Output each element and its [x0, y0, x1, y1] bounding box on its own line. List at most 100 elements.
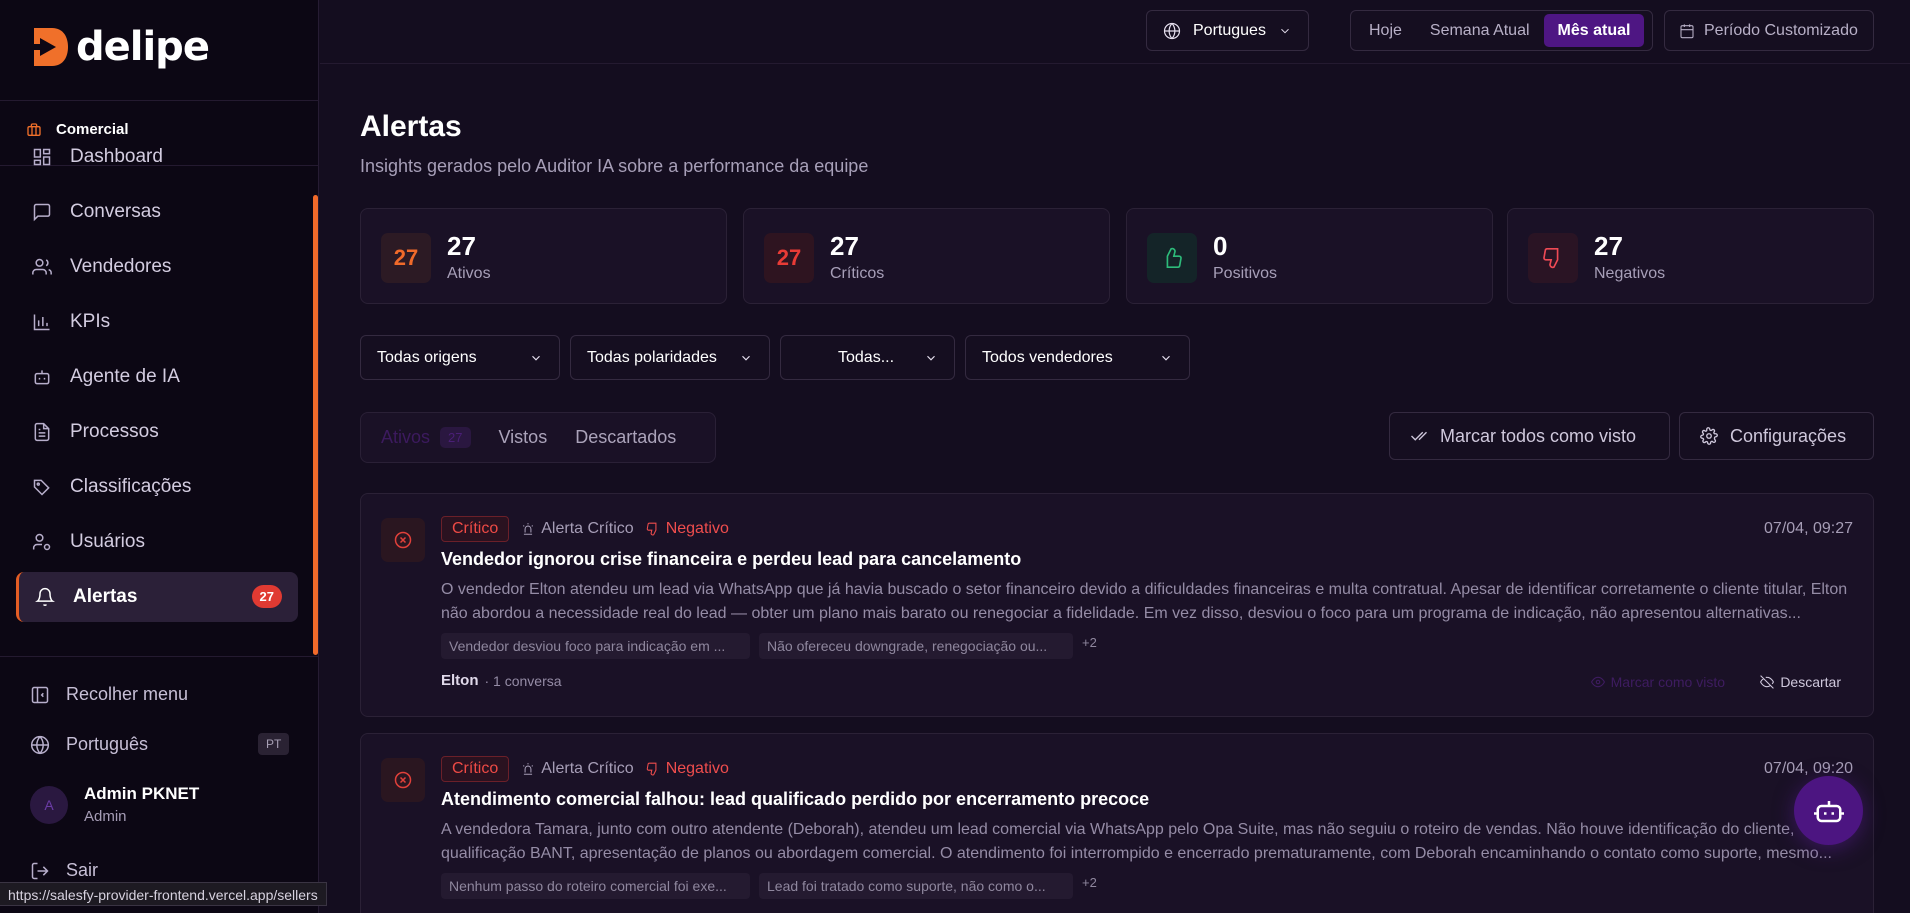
sidebar-item-label: Processos: [70, 421, 159, 442]
seller-filter-select[interactable]: Todos vendedores: [965, 335, 1190, 380]
origin-filter-select[interactable]: Todas origens: [360, 335, 560, 380]
critical-x-icon: [381, 758, 425, 802]
alert-tags: Nenhum passo do roteiro comercial foi ex…: [441, 873, 1097, 899]
mark-seen-label: Marcar como visto: [1610, 674, 1725, 690]
user-profile[interactable]: A Admin PKNET Admin: [30, 784, 199, 825]
mark-seen-button[interactable]: Marcar como visto: [1590, 674, 1725, 690]
alert-tag: Nenhum passo do roteiro comercial foi ex…: [441, 873, 750, 899]
seller-filter-value: Todos vendedores: [982, 348, 1113, 366]
custom-period-button[interactable]: Período Customizado: [1664, 10, 1874, 51]
eye-icon: [1590, 676, 1605, 688]
active-count-icon: 27: [381, 233, 431, 283]
mark-all-seen-label: Marcar todos como visto: [1440, 425, 1637, 446]
collapse-menu-button[interactable]: Recolher menu: [30, 684, 188, 705]
calendar-icon: [1680, 23, 1694, 38]
alert-header: Crítico Alerta Crítico Negativo: [441, 516, 729, 542]
user-name: Admin PKNET: [84, 784, 200, 803]
logout-label: Sair: [66, 860, 99, 880]
settings-button[interactable]: Configurações: [1679, 412, 1874, 460]
ai-assistant-button[interactable]: [1794, 776, 1863, 845]
conversation-count: · 1 conversa: [484, 672, 562, 689]
language-code-badge: PT: [258, 733, 290, 755]
alert-polarity: Negativo: [646, 760, 729, 778]
sidebar-item-label: Classificações: [70, 476, 192, 497]
tab-seen[interactable]: Vistos: [485, 418, 562, 458]
globe-icon: [1163, 22, 1181, 39]
alert-tag: Lead foi tratado como suporte, não como …: [759, 873, 1073, 899]
tags-icon: [33, 479, 50, 496]
status-url-tooltip: https://salesfy-provider-frontend.vercel…: [0, 882, 327, 906]
gear-icon: [1700, 427, 1718, 445]
period-month-button[interactable]: Mês atual: [1543, 14, 1645, 47]
sidebar-item-conversas[interactable]: Conversas: [16, 187, 298, 237]
alert-description: A vendedora Tamara, junto com outro aten…: [441, 821, 1832, 862]
chevron-down-icon: [742, 355, 750, 361]
thumbs-down-icon: [1528, 233, 1578, 283]
more-tags-count[interactable]: +2: [1082, 635, 1097, 650]
language-switch[interactable]: Português: [30, 734, 148, 755]
chevron-down-icon: [1281, 28, 1289, 33]
chevron-down-icon: [927, 355, 935, 361]
sidebar-item-label: Conversas: [70, 201, 161, 222]
language-select[interactable]: Portugues: [1146, 10, 1309, 51]
sidebar-item-kpis[interactable]: KPIs: [16, 297, 298, 347]
siren-icon: [523, 763, 534, 775]
tab-active[interactable]: Ativos 27: [367, 418, 485, 458]
sidebar-item-agente-ia[interactable]: Agente de IA: [16, 352, 298, 402]
logout-button[interactable]: Sair: [30, 860, 98, 881]
sidebar-item-usuarios[interactable]: Usuários: [16, 517, 298, 567]
alert-tag: Não ofereceu downgrade, renegociação ou.…: [759, 633, 1073, 659]
seller-name[interactable]: Elton: [441, 672, 479, 689]
document-icon: [34, 422, 50, 442]
sidebar-item-alertas[interactable]: Alertas 27: [16, 572, 298, 622]
users-icon: [32, 258, 52, 275]
stat-value: 27: [447, 231, 476, 261]
sidebar-scrollbar[interactable]: [313, 195, 318, 655]
tab-label: Ativos: [381, 427, 431, 447]
severity-badge: Crítico: [441, 756, 510, 782]
mark-all-seen-button[interactable]: Marcar todos como visto: [1389, 412, 1670, 460]
logo[interactable]: delipe: [28, 22, 210, 72]
stat-card-positive: 0 Positivos: [1126, 208, 1493, 304]
type-filter-select[interactable]: Todas...: [780, 335, 955, 380]
period-today-button[interactable]: Hoje: [1355, 14, 1416, 47]
sidebar-item-processos[interactable]: Processos: [16, 407, 298, 457]
stat-value: 27: [1594, 231, 1623, 261]
tab-count-badge: 27: [440, 427, 471, 448]
alert-title: Vendedor ignorou crise financeira e perd…: [441, 549, 1022, 569]
type-filter-value: Todas...: [838, 348, 895, 366]
tab-discarded[interactable]: Descartados: [561, 418, 690, 458]
sidebar-item-classificacoes[interactable]: Classificações: [16, 462, 298, 512]
stat-label: Críticos: [830, 265, 885, 282]
stat-label: Positivos: [1213, 265, 1278, 282]
alert-type: Alerta Crítico: [521, 760, 634, 778]
alert-type: Alerta Crítico: [521, 520, 634, 538]
sidebar-item-dashboard[interactable]: Dashboard: [16, 132, 298, 182]
divider: [0, 656, 319, 657]
sidebar-item-label: Usuários: [70, 531, 145, 552]
discard-label: Descartar: [1780, 674, 1841, 690]
stat-card-critical: 27 27 Críticos: [743, 208, 1110, 304]
discard-button[interactable]: Descartar: [1760, 674, 1841, 690]
alert-type-label: Alerta Crítico: [541, 760, 634, 777]
user-role: Admin: [84, 808, 127, 825]
thumbs-down-icon: [646, 522, 657, 536]
period-week-button[interactable]: Semana Atual: [1416, 14, 1544, 47]
sidebar-item-label: Vendedores: [70, 256, 172, 277]
polarity-filter-select[interactable]: Todas polaridades: [570, 335, 770, 380]
alert-card[interactable]: Crítico Alerta Crítico Negativo 07/04, 0…: [360, 733, 1874, 913]
bot-icon: [1813, 800, 1844, 822]
sidebar-item-vendedores[interactable]: Vendedores: [16, 242, 298, 292]
alert-polarity-label: Negativo: [665, 520, 729, 537]
divider: [320, 63, 1910, 64]
alert-description: O vendedor Elton atendeu um lead via Wha…: [441, 581, 1848, 622]
more-tags-count[interactable]: +2: [1082, 875, 1097, 890]
chevron-down-icon: [532, 355, 540, 361]
thumbs-up-icon: [1147, 233, 1197, 283]
stat-card-negative: 27 Negativos: [1507, 208, 1874, 304]
alert-header: Crítico Alerta Crítico Negativo: [441, 756, 729, 782]
bar-chart-icon: [33, 314, 50, 331]
alert-footer: Elton · 1 conversa: [441, 672, 562, 689]
alert-card[interactable]: Crítico Alerta Crítico Negativo 07/04, 0…: [360, 493, 1874, 717]
bot-icon: [34, 370, 50, 385]
